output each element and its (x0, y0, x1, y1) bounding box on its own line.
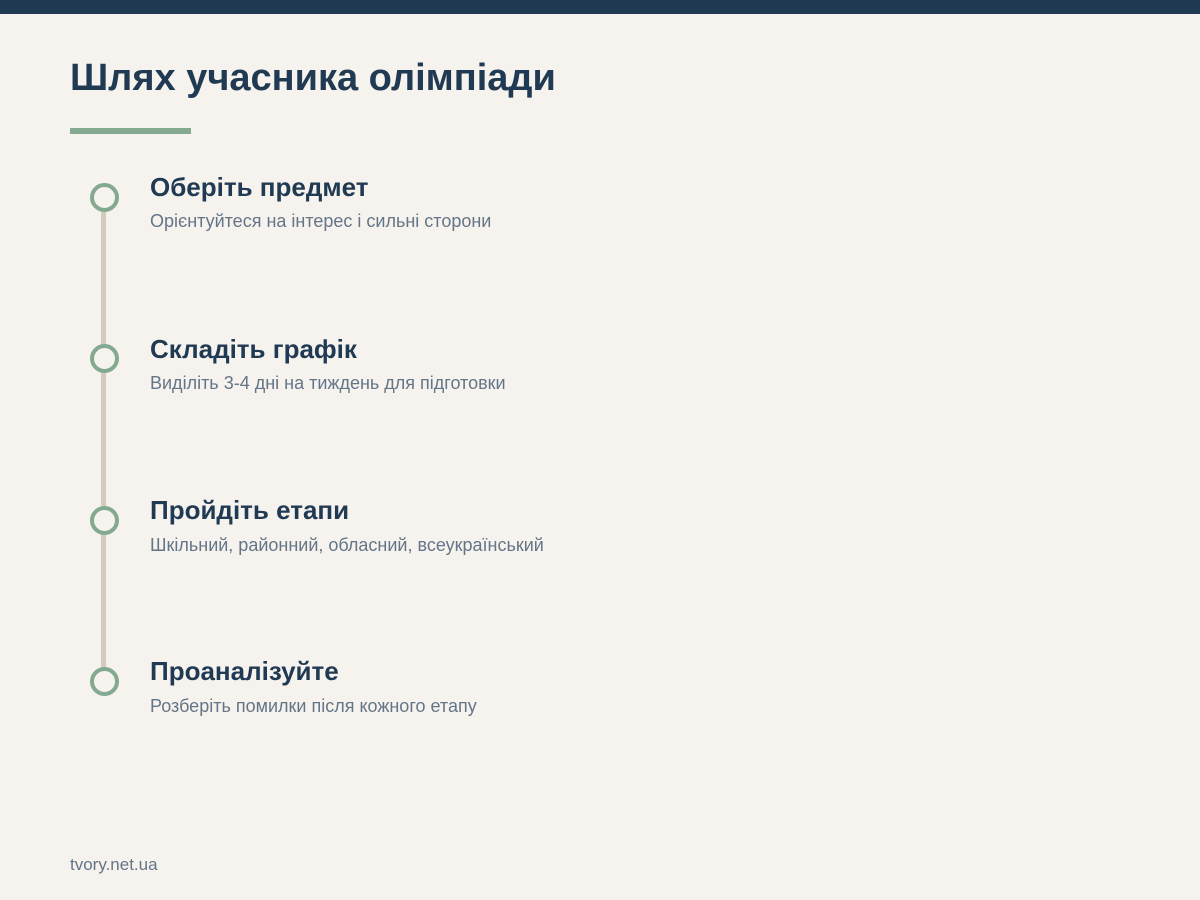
step-marker-circle-icon (90, 667, 119, 696)
step-title: Оберіть предмет (150, 172, 369, 202)
page-title: Шлях учасника олімпіади (70, 57, 556, 99)
step-title: Проаналізуйте (150, 656, 339, 686)
step-description: Розберіть помилки після кожного етапу (150, 696, 477, 716)
step-description: Шкільний, районний, обласний, всеукраїнс… (150, 535, 544, 555)
top-bar (0, 0, 1200, 14)
step-title: Пройдіть етапи (150, 495, 350, 525)
footer-source: tvory.net.ua (70, 855, 158, 874)
step-marker-circle-icon (90, 344, 119, 373)
step-description: Виділіть 3-4 дні на тиждень для підготов… (150, 373, 506, 393)
step-description: Орієнтуйтеся на інтерес і сильні сторони (150, 211, 492, 231)
step-marker-circle-icon (90, 506, 119, 535)
step-marker-circle-icon (90, 183, 119, 212)
step-title: Складіть графік (150, 334, 357, 364)
title-accent-bar (70, 128, 191, 134)
slide: Шлях учасника олімпіади Оберіть предмет … (0, 0, 1200, 900)
timeline-line (101, 197, 106, 681)
